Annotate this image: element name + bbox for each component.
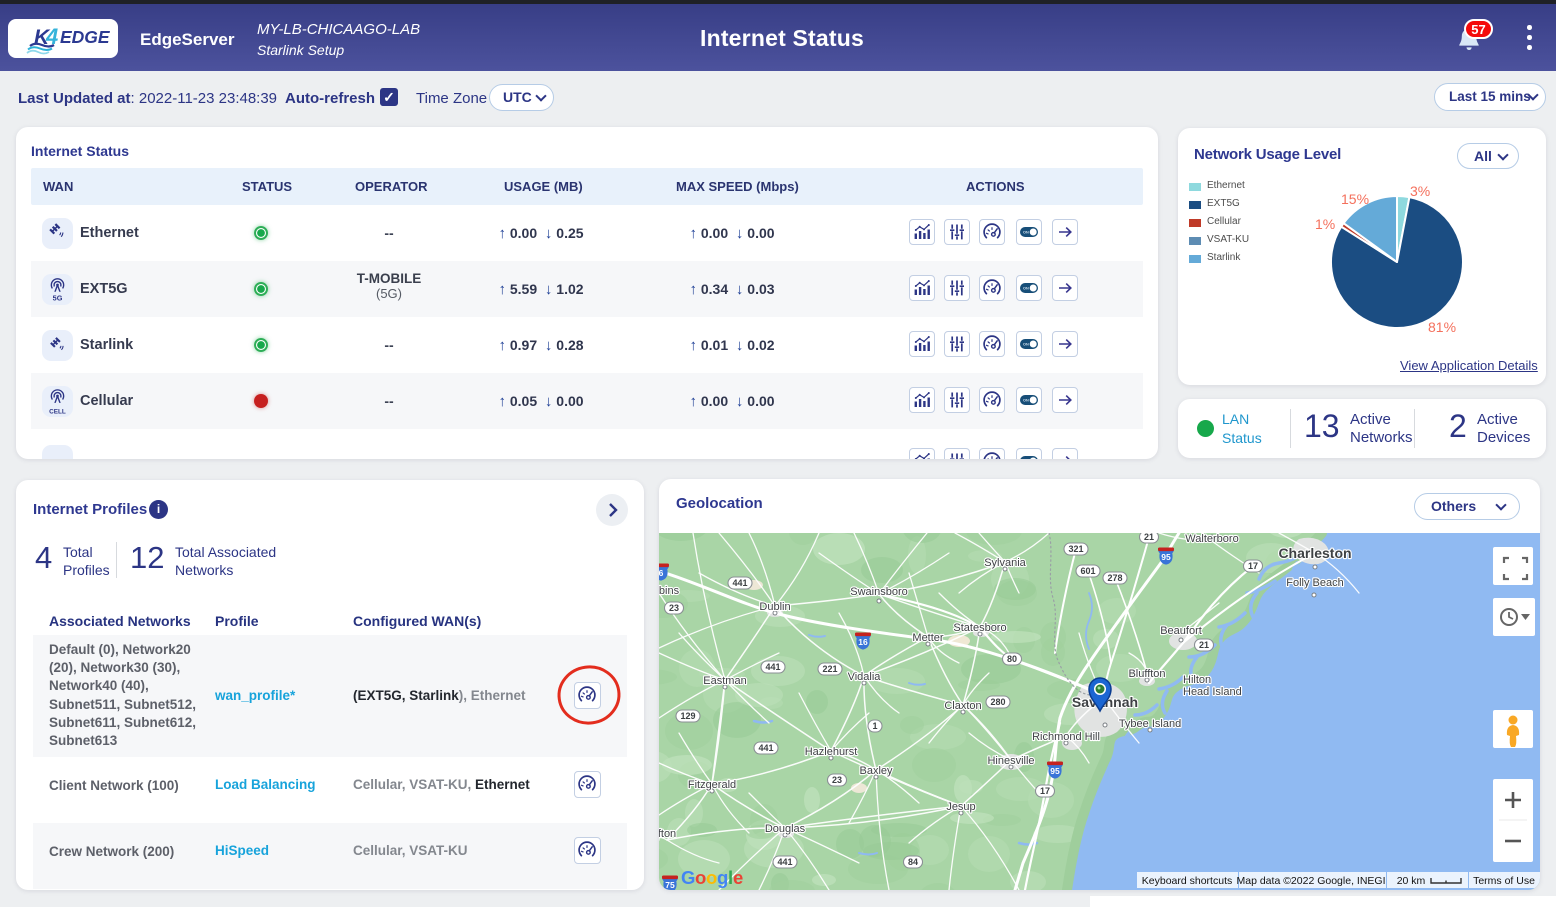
svg-text:Sylvania: Sylvania — [984, 557, 1026, 569]
svg-text:ON: ON — [1023, 343, 1029, 347]
svg-text:o: o — [706, 867, 717, 888]
svg-text:Charleston: Charleston — [1278, 545, 1351, 561]
svg-text:g: g — [717, 867, 728, 888]
svg-text:80: 80 — [1007, 654, 1017, 664]
svg-text:84: 84 — [908, 857, 918, 867]
svg-text:441: 441 — [765, 662, 780, 672]
svg-text:280: 280 — [990, 697, 1005, 707]
svg-text:221: 221 — [822, 664, 837, 674]
svg-text:o: o — [695, 867, 706, 888]
svg-text:Vidalia: Vidalia — [848, 671, 882, 683]
svg-text:95: 95 — [1161, 552, 1171, 562]
svg-text:Richmond Hill: Richmond Hill — [1032, 731, 1100, 743]
svg-text:Hazlehurst: Hazlehurst — [805, 746, 858, 758]
svg-text:16: 16 — [858, 637, 868, 647]
svg-text:17: 17 — [1248, 561, 1258, 571]
svg-text:5G: 5G — [53, 293, 63, 302]
svg-text:Jesup: Jesup — [946, 801, 975, 813]
svg-text:ON: ON — [1023, 287, 1029, 291]
svg-text:Beaufort: Beaufort — [1160, 625, 1202, 637]
svg-text:Hinesville: Hinesville — [987, 755, 1034, 767]
svg-text:6: 6 — [659, 568, 664, 578]
svg-text:441: 441 — [732, 578, 747, 588]
svg-text:Baxley: Baxley — [859, 765, 893, 777]
svg-text:EDGE: EDGE — [60, 27, 111, 47]
svg-text:Metter: Metter — [912, 632, 944, 644]
svg-text:21: 21 — [1144, 533, 1154, 542]
svg-text:95: 95 — [1050, 766, 1060, 776]
svg-text:441: 441 — [777, 857, 792, 867]
svg-text:Douglas: Douglas — [765, 823, 806, 835]
svg-text:Fitzgerald: Fitzgerald — [688, 779, 736, 791]
svg-text:Folly Beach: Folly Beach — [1286, 577, 1343, 589]
svg-text:Claxton: Claxton — [944, 700, 981, 712]
svg-text:278: 278 — [1107, 573, 1122, 583]
svg-text:23: 23 — [669, 603, 679, 613]
svg-text:CELL: CELL — [49, 408, 66, 415]
svg-text:Dublin: Dublin — [759, 601, 790, 613]
svg-text:Terms of Use: Terms of Use — [1473, 875, 1535, 887]
svg-text:Bluffton: Bluffton — [1128, 668, 1165, 680]
svg-text:Map data ©2022 Google, INEGI: Map data ©2022 Google, INEGI — [1237, 875, 1386, 887]
svg-text:Head Island: Head Island — [1183, 686, 1242, 698]
svg-text:Swainsboro: Swainsboro — [850, 586, 907, 598]
svg-text:75: 75 — [665, 880, 675, 890]
svg-text:Statesboro: Statesboro — [953, 622, 1006, 634]
svg-text:23: 23 — [832, 775, 842, 785]
svg-text:321: 321 — [1068, 544, 1083, 554]
svg-text:e: e — [733, 867, 743, 888]
svg-text:G: G — [681, 867, 695, 888]
svg-text:Walterboro: Walterboro — [1185, 533, 1238, 545]
svg-text:fton: fton — [659, 828, 676, 840]
svg-text:601: 601 — [1080, 566, 1095, 576]
svg-text:Tybee Island: Tybee Island — [1119, 718, 1181, 730]
svg-text:ON: ON — [1023, 231, 1029, 235]
svg-text:Keyboard shortcuts: Keyboard shortcuts — [1142, 875, 1232, 887]
svg-text:20 km: 20 km — [1397, 875, 1426, 887]
svg-text:129: 129 — [680, 711, 695, 721]
svg-text:bins: bins — [659, 585, 680, 597]
svg-text:441: 441 — [758, 743, 773, 753]
svg-text:17: 17 — [1040, 786, 1050, 796]
svg-text:1: 1 — [872, 721, 877, 731]
svg-text:Hilton: Hilton — [1183, 674, 1211, 686]
svg-text:ON: ON — [1023, 399, 1029, 403]
svg-text:Eastman: Eastman — [703, 675, 746, 687]
svg-text:21: 21 — [1199, 640, 1209, 650]
